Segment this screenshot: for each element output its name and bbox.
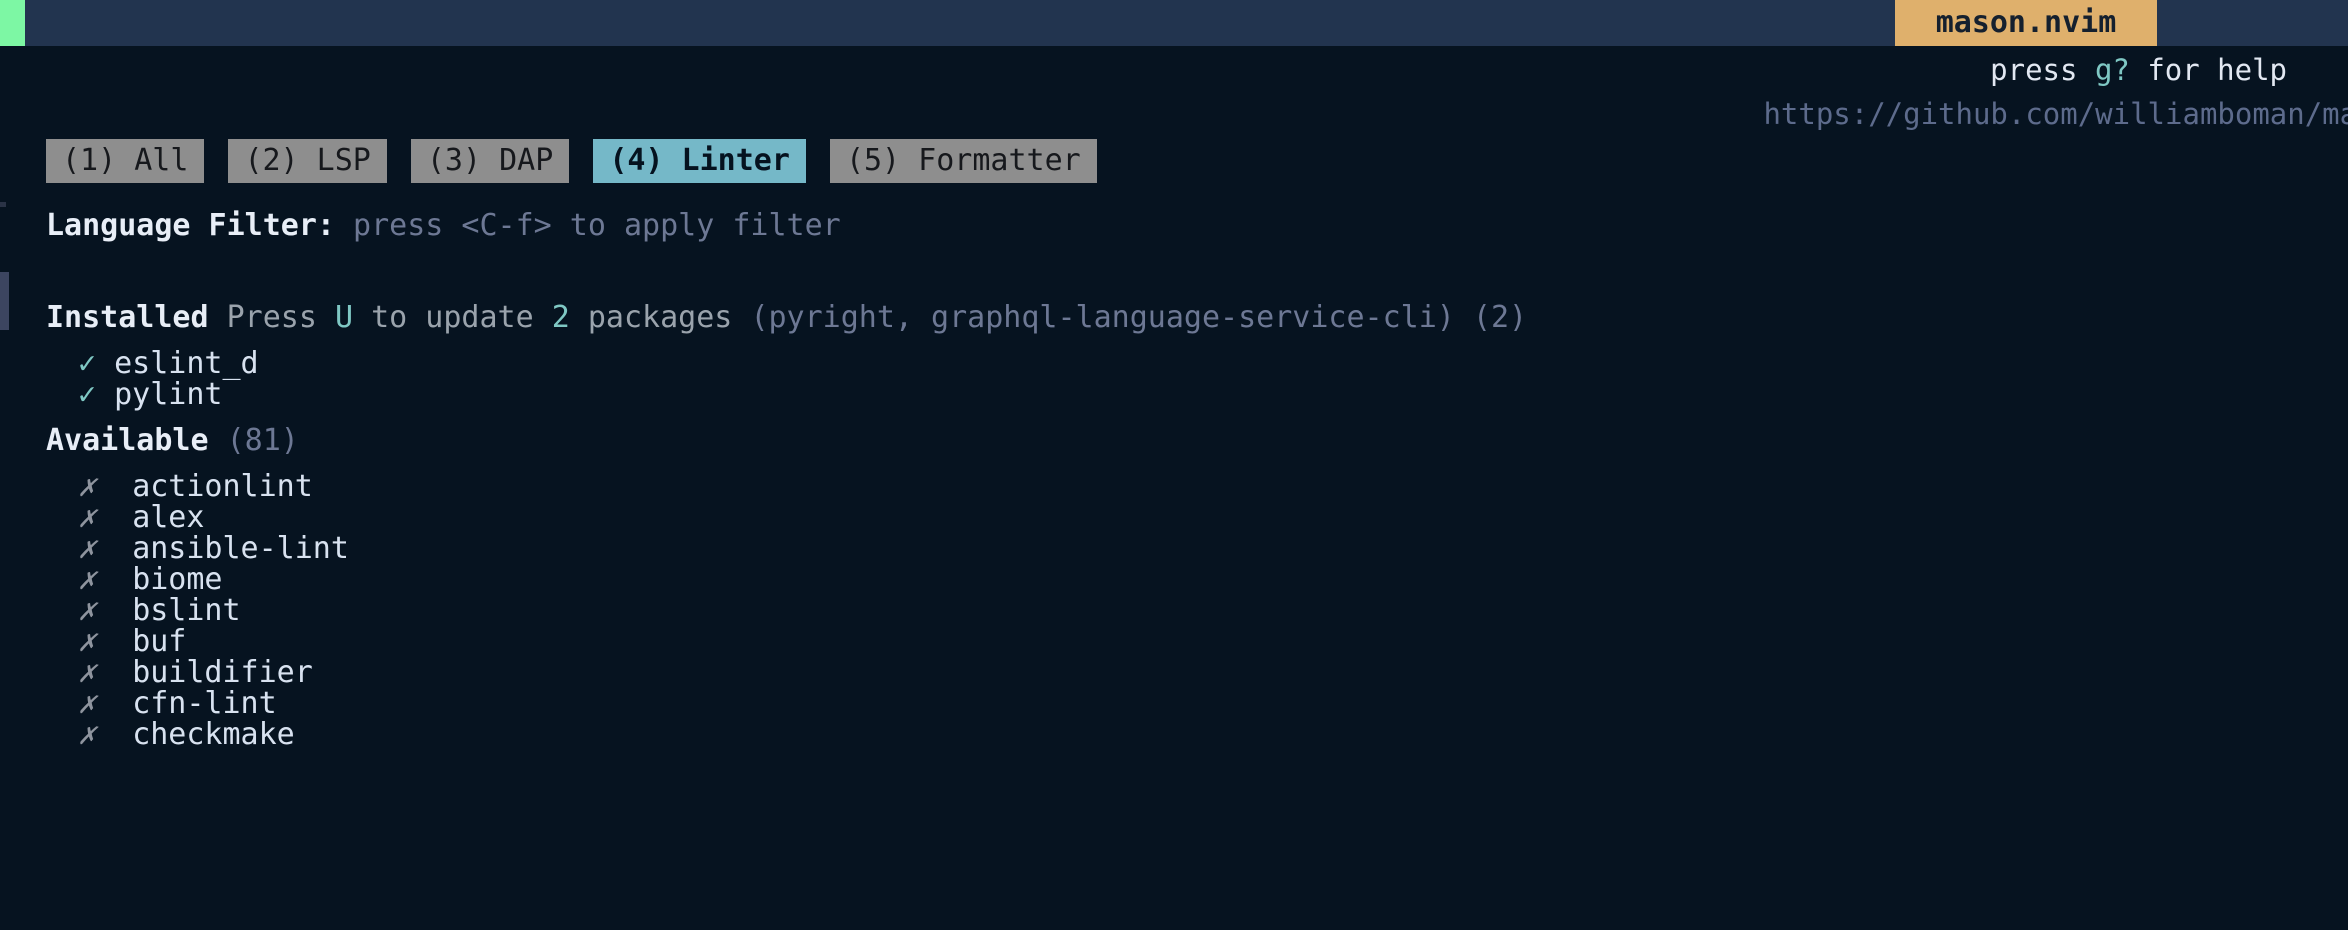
help-hint-prefix: press	[1990, 53, 2095, 87]
installed-package-label: pylint	[114, 377, 223, 412]
tab-all[interactable]: (1) All	[46, 139, 205, 183]
available-heading: Available	[46, 423, 209, 458]
list-item[interactable]: ✓ pylint	[78, 372, 223, 418]
installed-hint-mid: to update	[353, 300, 552, 335]
installed-hint-count: 2	[551, 300, 570, 335]
package-name	[96, 377, 114, 412]
available-status-icon: ✗	[78, 717, 97, 752]
tab-linter[interactable]: (4) Linter	[593, 139, 806, 183]
available-section-header: Available (81)	[46, 418, 299, 464]
available-spacer	[209, 423, 227, 458]
mason-nvim-window: mason.nvim press g? for help https://git…	[0, 0, 2348, 930]
tab-formatter[interactable]: (5) Formatter	[829, 139, 1097, 183]
scrollbar-tick	[0, 202, 6, 207]
repository-url: https://github.com/williamboman/maso	[1763, 97, 2348, 131]
tab-lsp[interactable]: (2) LSP	[228, 139, 387, 183]
help-hint-key: g?	[2094, 53, 2130, 87]
scrollbar-thumb[interactable]	[0, 272, 9, 330]
available-count: (81)	[226, 423, 299, 458]
installed-hint-post: packages	[569, 300, 751, 335]
available-package-label: checkmake	[132, 717, 295, 752]
installed-total-count: (2)	[1472, 300, 1528, 335]
cursor-block	[0, 0, 25, 46]
language-filter-label: Language Filter:	[46, 208, 335, 243]
package-name	[96, 717, 132, 752]
installed-packages-list: (pyright, graphql-language-service-cli)	[750, 300, 1455, 335]
installed-heading: Installed	[46, 300, 209, 335]
window-title-tab[interactable]: mason.nvim	[1895, 0, 2157, 46]
help-hint: press g? for help	[0, 48, 2287, 92]
installed-count	[1455, 300, 1473, 335]
installed-hint-key: U	[335, 300, 354, 335]
language-filter-hint: press <C-f> to apply filter	[334, 208, 841, 243]
window-header-bar: mason.nvim	[0, 0, 2348, 46]
tab-dap[interactable]: (3) DAP	[410, 139, 570, 183]
filter-tab-bar: (1) All (2) LSP (3) DAP (4) Linter (5) F…	[46, 139, 1097, 183]
installed-status-icon: ✓	[78, 377, 97, 412]
installed-hint-pre: Press	[208, 300, 335, 335]
list-item[interactable]: ✗ checkmake	[78, 712, 295, 758]
language-filter-row[interactable]: Language Filter: press <C-f> to apply fi…	[46, 203, 841, 249]
help-hint-suffix: for help	[2129, 53, 2287, 87]
installed-section-header: Installed Press U to update 2 packages (…	[46, 295, 1527, 341]
